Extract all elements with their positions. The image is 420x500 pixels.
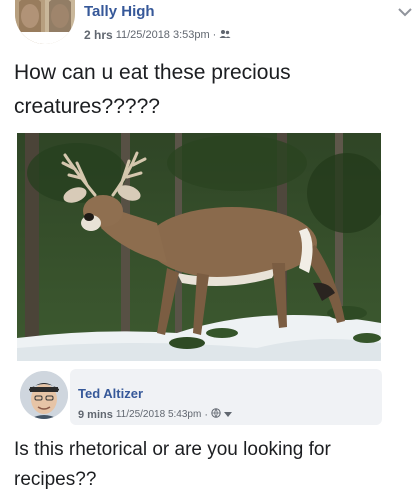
post-card: Tally High 2 hrs 11/25/2018 3:53pm · How…: [0, 0, 420, 361]
commenter-avatar-photo: [20, 371, 68, 419]
comment-bubble: Ted Altizer 9 mins 11/25/2018 5:43pm ·: [70, 369, 382, 425]
comment-text: Is this rhetorical or are you looking fo…: [14, 439, 331, 490]
avatar-photo: [15, 0, 75, 44]
post-author-name[interactable]: Tally High: [84, 3, 155, 20]
caret-down-icon[interactable]: [223, 409, 232, 421]
chevron-down-icon[interactable]: [398, 4, 412, 17]
comment-timestamp: 11/25/2018 5:43pm: [115, 409, 202, 420]
post-relative-time[interactable]: 2 hrs: [84, 28, 113, 42]
post-text: How can u eat these precious creatures??…: [14, 61, 291, 118]
comment-relative-time[interactable]: 9 mins: [78, 409, 113, 421]
comment-author-name[interactable]: Ted Altizer: [78, 386, 143, 401]
comment: Ted Altizer 9 mins 11/25/2018 5:43pm · I…: [0, 361, 420, 500]
avatar[interactable]: [15, 0, 75, 44]
meta-separator: ·: [212, 29, 217, 41]
globe-icon[interactable]: [211, 408, 221, 421]
deer-photo[interactable]: [17, 133, 381, 361]
commenter-avatar[interactable]: [20, 371, 68, 419]
post-header: Tally High 2 hrs 11/25/2018 3:53pm ·: [0, 0, 420, 50]
deer-image: [17, 133, 381, 361]
friends-icon[interactable]: [219, 29, 231, 42]
comment-meta: 9 mins 11/25/2018 5:43pm ·: [78, 408, 232, 421]
post-timestamp: 11/25/2018 3:53pm: [115, 29, 210, 41]
meta-separator: ·: [204, 408, 208, 421]
post-meta: 2 hrs 11/25/2018 3:53pm ·: [84, 28, 231, 42]
